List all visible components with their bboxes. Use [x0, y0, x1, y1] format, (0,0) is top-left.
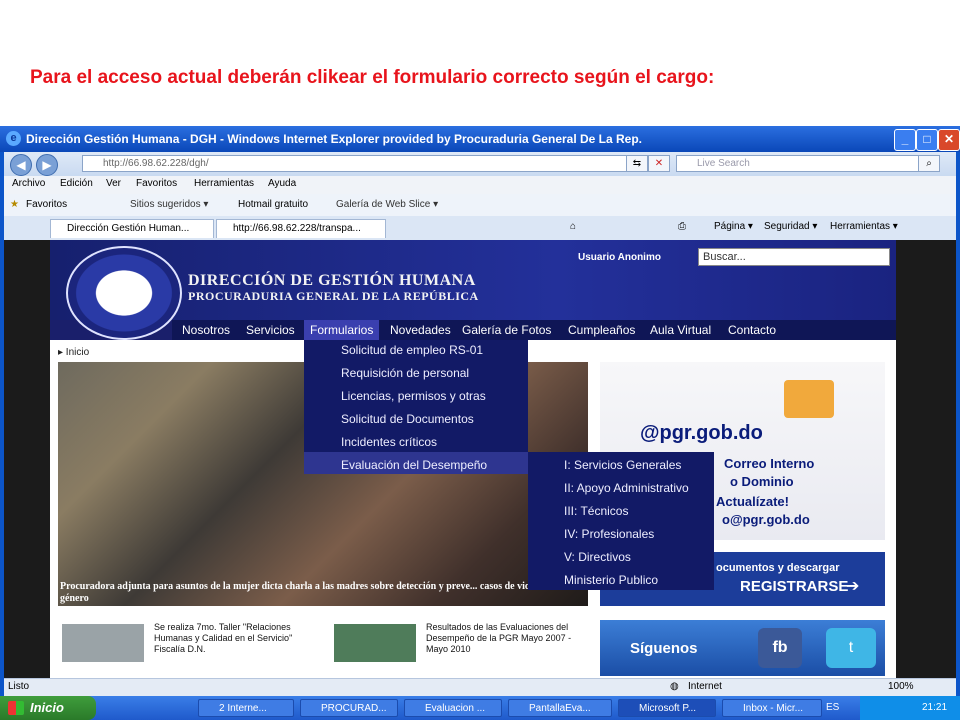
- sub-directivos[interactable]: V: Directivos: [564, 550, 631, 564]
- menu-ayuda[interactable]: Ayuda: [268, 178, 296, 189]
- slide-caption: Para el acceso actual deberán clikear el…: [30, 67, 715, 88]
- nav-aula-virtual[interactable]: Aula Virtual: [650, 323, 711, 337]
- menu-herramientas[interactable]: Herramientas: [194, 178, 254, 189]
- search-icon[interactable]: ⌕: [918, 155, 940, 172]
- zone-label: Internet: [688, 681, 722, 692]
- dd-requisicion-personal[interactable]: Requisición de personal: [341, 366, 469, 380]
- cmd-herramientas[interactable]: Herramientas ▾: [830, 221, 898, 232]
- language-indicator[interactable]: ES: [826, 702, 839, 713]
- sub-profesionales[interactable]: IV: Profesionales: [564, 527, 654, 541]
- mail-icon: [784, 380, 834, 418]
- task-internet[interactable]: 2 Interne...: [198, 699, 294, 717]
- print-icon[interactable]: ⎙: [678, 221, 686, 232]
- windows-logo-icon: [8, 701, 24, 715]
- menu-edicion[interactable]: Edición: [60, 178, 93, 189]
- sub-tecnicos[interactable]: III: Técnicos: [564, 504, 628, 518]
- status-bar: [4, 678, 956, 697]
- task-pantalla[interactable]: PantallaEva...: [508, 699, 612, 717]
- zoom-level[interactable]: 100%: [888, 681, 914, 692]
- nav-galeria[interactable]: Galería de Fotos: [462, 323, 551, 337]
- evaluacion-submenu: [528, 452, 714, 590]
- title-bar: e Dirección Gestión Humana - DGH - Windo…: [0, 126, 960, 152]
- nav-nosotros[interactable]: Nosotros: [182, 323, 230, 337]
- back-icon[interactable]: ◀: [10, 154, 32, 176]
- fav-web-slice[interactable]: Galería de Web Slice ▾: [336, 199, 438, 210]
- nav-contacto[interactable]: Contacto: [728, 323, 776, 337]
- task-inbox[interactable]: Inbox - Micr...: [722, 699, 822, 717]
- fav-hotmail[interactable]: Hotmail gratuito: [238, 199, 308, 210]
- news-text-1[interactable]: Se realiza 7mo. Taller "Relaciones Human…: [154, 622, 314, 655]
- refresh-icon[interactable]: ⇆: [626, 155, 648, 172]
- dd-evaluacion-desempeno[interactable]: Evaluación del Desempeño: [341, 458, 487, 472]
- nav-novedades[interactable]: Novedades: [390, 323, 451, 337]
- twitter-icon[interactable]: t: [826, 628, 876, 668]
- site-search-input[interactable]: Buscar...: [698, 248, 890, 266]
- nav-servicios[interactable]: Servicios: [246, 323, 295, 337]
- breadcrumb[interactable]: ▸ Inicio: [58, 347, 89, 358]
- task-microsoft-p[interactable]: Microsoft P...: [618, 699, 716, 717]
- arrow-right-icon: ➔: [846, 578, 860, 595]
- dd-solicitud-documentos[interactable]: Solicitud de Documentos: [341, 412, 474, 426]
- user-label: Usuario Anonimo: [578, 252, 661, 263]
- cmd-seguridad[interactable]: Seguridad ▾: [764, 221, 817, 232]
- task-evaluacion[interactable]: Evaluacion ...: [404, 699, 502, 717]
- menu-ver[interactable]: Ver: [106, 178, 121, 189]
- maximize-button[interactable]: □: [916, 129, 938, 151]
- promo-email: @pgr.gob.do: [640, 422, 763, 444]
- site-subtitle: PROCURADURIA GENERAL DE LA REPÚBLICA: [188, 289, 479, 303]
- cmd-pagina[interactable]: Página ▾: [714, 221, 753, 232]
- stop-icon[interactable]: ✕: [648, 155, 670, 172]
- tab-dgh[interactable]: Dirección Gestión Human...: [50, 219, 214, 238]
- nav-cumpleanos[interactable]: Cumpleaños: [568, 323, 635, 337]
- tab-transparencia[interactable]: http://66.98.62.228/transpa...: [216, 219, 386, 238]
- minimize-button[interactable]: _: [894, 129, 916, 151]
- news-thumb-2[interactable]: [334, 624, 416, 662]
- live-search-input[interactable]: Live Search: [676, 155, 932, 172]
- site-title: DIRECCIÓN DE GESTIÓN HUMANA: [188, 272, 476, 289]
- menu-archivo[interactable]: Archivo: [12, 178, 45, 189]
- forward-icon[interactable]: ▶: [36, 154, 58, 176]
- star-icon: ★: [10, 199, 19, 210]
- globe-icon: ◍: [670, 681, 679, 692]
- address-bar[interactable]: http://66.98.62.228/dgh/: [82, 155, 640, 172]
- register-label: REGISTRARSE: [740, 578, 849, 595]
- menu-favoritos[interactable]: Favoritos: [136, 178, 177, 189]
- promo-line-1: Correo Interno: [724, 456, 815, 471]
- pgr-seal-logo: [66, 246, 182, 340]
- follow-label: Síguenos: [630, 640, 698, 657]
- window-title: Dirección Gestión Humana - DGH - Windows…: [26, 132, 643, 146]
- news-thumb-1[interactable]: [62, 624, 144, 662]
- sub-apoyo-administrativo[interactable]: II: Apoyo Administrativo: [564, 481, 689, 495]
- sub-ministerio-publico[interactable]: Ministerio Publico: [564, 573, 658, 587]
- dd-incidentes[interactable]: Incidentes críticos: [341, 435, 437, 449]
- facebook-icon[interactable]: fb: [758, 628, 802, 668]
- news-text-2[interactable]: Resultados de las Evaluaciones del Desem…: [426, 622, 586, 655]
- nav-formularios[interactable]: Formularios: [304, 320, 380, 340]
- dd-licencias[interactable]: Licencias, permisos y otras: [341, 389, 486, 403]
- task-procurad[interactable]: PROCURAD...: [300, 699, 398, 717]
- dd-solicitud-empleo[interactable]: Solicitud de empleo RS-01: [341, 343, 483, 357]
- favorites-button[interactable]: Favoritos: [26, 199, 67, 210]
- promo-line-2: o Dominio: [730, 474, 794, 489]
- promo-line-3: Actualízate!: [716, 494, 789, 509]
- ie-icon: e: [6, 131, 21, 146]
- clock: 21:21: [922, 702, 948, 713]
- photo-caption: Procuradora adjunta para asuntos de la m…: [60, 581, 568, 604]
- register-prefix: ocumentos y descargar: [716, 562, 840, 574]
- status-text: Listo: [8, 681, 30, 692]
- close-button[interactable]: ✕: [938, 129, 960, 151]
- home-icon[interactable]: ⌂: [570, 221, 576, 232]
- sub-servicios-generales[interactable]: I: Servicios Generales: [564, 458, 681, 472]
- promo-line-4: o@pgr.gob.do: [722, 512, 810, 527]
- fav-sitios-sugeridos[interactable]: Sitios sugeridos ▾: [130, 199, 208, 210]
